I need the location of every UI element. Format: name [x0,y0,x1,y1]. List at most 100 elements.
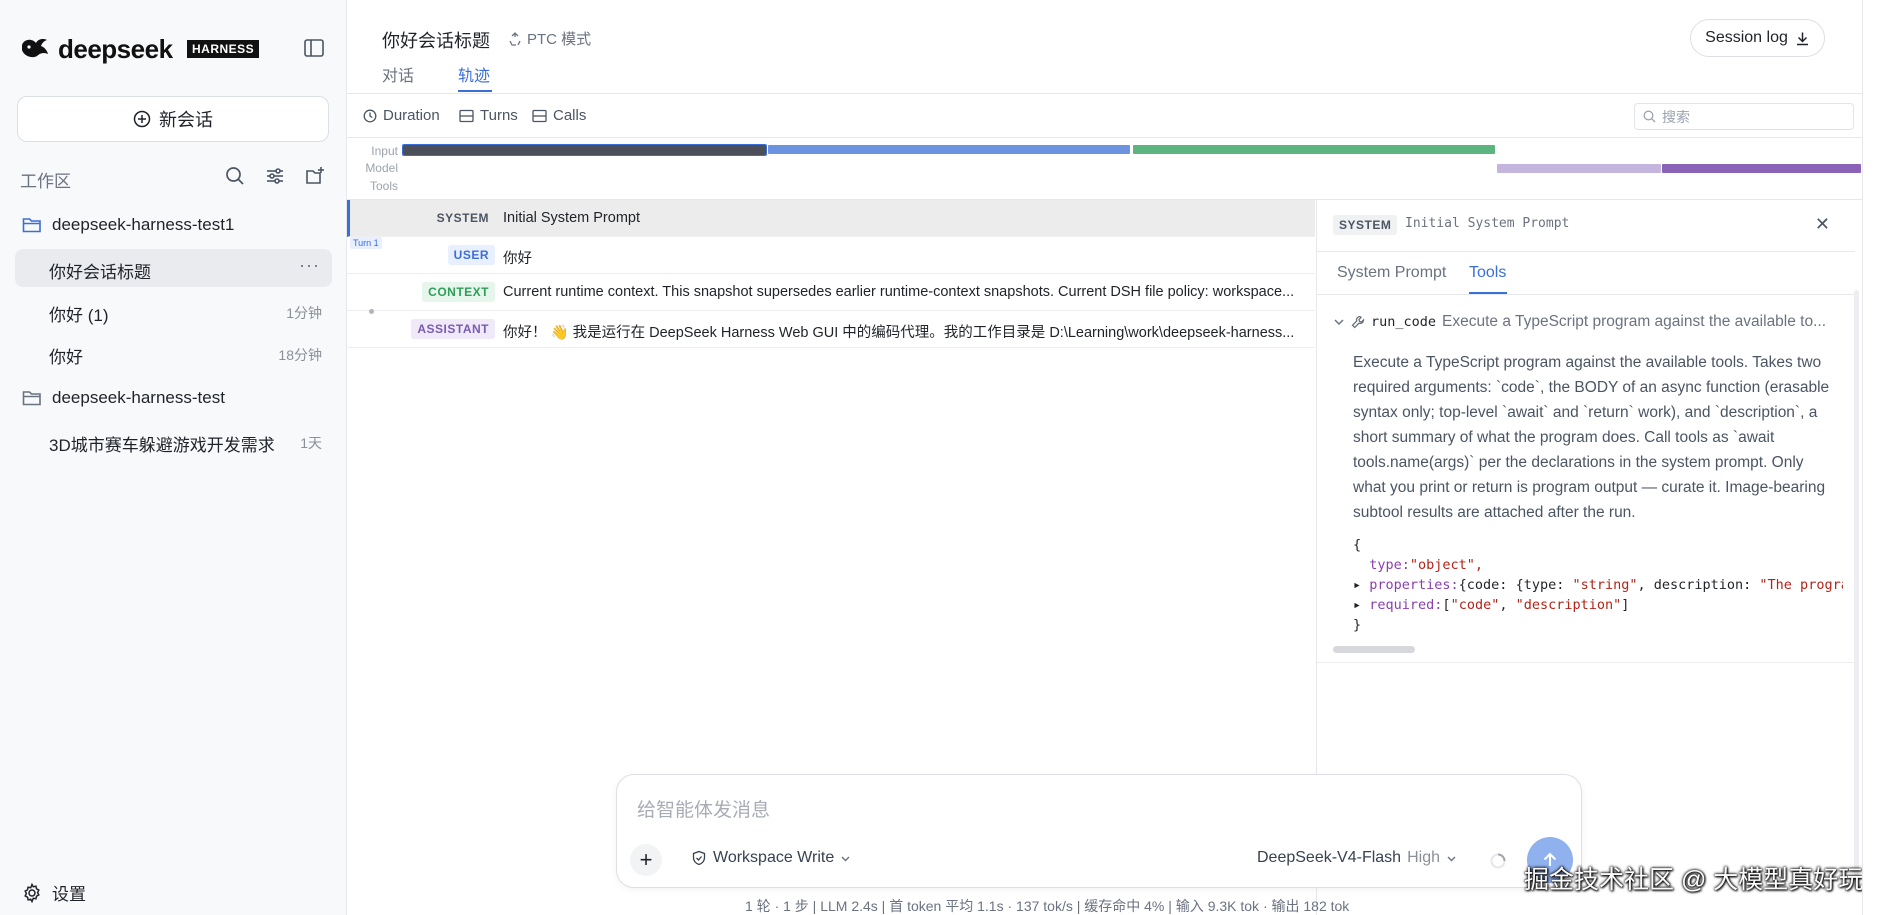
session-log-button[interactable]: Session log [1690,19,1825,57]
expand-arrow-icon[interactable]: ▸ [1353,577,1369,593]
timeline-bar-model[interactable] [1133,145,1495,154]
settings-button[interactable]: 设置 [22,880,86,905]
logo: deepseek HARNESS [20,34,330,64]
session-time: 1天 [300,435,322,451]
sidebar-toggle-icon[interactable] [302,36,326,60]
timeline-label-model: Model [365,161,398,175]
trace-row[interactable]: USER 你好 [347,237,1315,274]
tool-brief: Execute a TypeScript program against the… [1442,313,1827,330]
step-dot [369,309,374,314]
model-name: DeepSeek-V4-Flash [1257,849,1402,866]
turns-view-button[interactable]: Turns [459,107,518,124]
session-item[interactable]: 3D城市赛车躲避游戏开发需求 1天 [15,422,332,460]
active-tab-indicator [458,90,492,92]
timeline-bar-tools[interactable] [1662,164,1861,173]
new-folder-icon[interactable] [304,165,326,187]
clock-icon [363,109,377,122]
duration-view-button[interactable]: Duration [363,107,440,124]
page-title: 你好会话标题 [382,31,490,51]
trace-text: Current runtime context. This snapshot s… [503,284,1295,300]
horizontal-scrollbar[interactable] [1333,646,1415,653]
session-item[interactable]: 你好 18分钟 [15,334,332,372]
wrench-icon [1351,315,1365,329]
expand-arrow-icon[interactable]: ▸ [1353,597,1369,613]
logo-badge: HARNESS [187,40,260,58]
new-chat-label: 新会话 [159,110,213,130]
schema-key: required: [1369,597,1443,613]
calls-view-button[interactable]: Calls [532,107,586,124]
role-badge-assistant: ASSISTANT [411,319,495,339]
schema-brace: } [1353,617,1362,633]
chevron-down-icon [841,856,850,861]
search-input[interactable]: 搜索 [1634,103,1854,130]
attach-button[interactable]: + [630,844,662,876]
header-divider [347,93,1862,94]
schema-value: [ [1442,597,1451,613]
workspace-mode-dropdown[interactable]: Workspace Write [691,849,851,867]
workspace-header: 工作区 [20,165,330,191]
trace-row[interactable]: SYSTEM Initial System Prompt [347,200,1315,237]
schema-value: "string" [1572,577,1638,593]
plus-circle-icon [133,110,151,128]
tool-name: run_code [1371,314,1437,330]
folder-open-icon [22,218,41,233]
schema-value: "description" [1515,597,1622,613]
more-options-icon[interactable]: ··· [299,255,320,276]
model-dropdown[interactable]: DeepSeek-V4-Flash High [1257,849,1457,867]
search-icon[interactable] [224,165,246,187]
detail-tabs-divider [1317,294,1855,295]
tab-conversation[interactable]: 对话 [382,62,414,86]
folder-icon [22,391,41,406]
watermark: 掘金技术社区 @ 大模型真好玩 [1524,866,1864,894]
columns-icon [459,109,474,122]
role-badge-user: USER [447,245,495,265]
session-item[interactable]: 你好 (1) 1分钟 [15,292,332,330]
trace-text: 你好 [503,251,532,267]
tool-divider [1317,662,1855,663]
calls-label: Calls [553,107,587,124]
session-time: 1分钟 [286,305,322,321]
turn-tag: Turn 1 [350,237,382,249]
effort-level: High [1407,849,1440,866]
timeline-label-input: Input [371,144,398,158]
recycle-icon [509,31,521,46]
timeline-bar-model[interactable] [768,145,1130,154]
folder-deepseek-harness-test1[interactable]: deepseek-harness-test1 [22,211,234,239]
gear-icon [24,882,40,903]
close-icon[interactable]: ✕ [1815,214,1830,235]
new-chat-button[interactable]: 新会话 [17,96,329,142]
message-input[interactable]: 给智能体发消息 [637,795,770,822]
filter-icon[interactable] [264,165,286,187]
message-composer[interactable]: 给智能体发消息 + Workspace Write DeepSeek-V4-Fl… [616,774,1582,888]
timeline-bar-input[interactable] [402,144,767,156]
workspace-title: 工作区 [20,172,71,191]
tab-system-prompt[interactable]: System Prompt [1337,264,1446,282]
tool-header[interactable]: run_code Execute a TypeScript program ag… [1333,313,1843,331]
session-item[interactable]: 你好会话标题 ··· [15,249,332,287]
ptc-mode-label: PTC 模式 [527,31,592,48]
tab-tools[interactable]: Tools [1469,264,1506,282]
trace-row[interactable]: CONTEXT Current runtime context. This sn… [347,274,1315,311]
schema-brace: { [1353,537,1362,553]
vertical-scrollbar[interactable] [1854,290,1859,890]
duration-label: Duration [383,107,440,124]
schema-value: "The program [1759,577,1843,593]
chevron-down-icon [1334,319,1344,326]
trace-row[interactable]: ASSISTANT 你好！ 👋 我是运行在 DeepSeek Harness W… [347,311,1315,348]
timeline-bar-tools[interactable] [1497,164,1661,173]
folder-deepseek-harness-test[interactable]: deepseek-harness-test [22,384,225,412]
trace-text: 你好！ 👋 我是运行在 DeepSeek Harness Web GUI 中的编… [503,325,1295,341]
schema-value: "object", [1409,557,1484,573]
session-time: 18分钟 [278,347,322,363]
schema-value: {code: {type: [1458,577,1573,593]
folder-name: deepseek-harness-test [52,388,225,407]
schema-key: type: [1369,557,1410,573]
workspace-mode-label: Workspace Write [713,849,835,866]
tab-trace[interactable]: 轨迹 [458,62,490,86]
logo-text: deepseek [58,34,173,64]
search-icon [1643,110,1656,123]
session-label: 3D城市赛车躲避游戏开发需求 [49,436,275,455]
trace-text: Initial System Prompt [503,210,640,226]
shield-icon [692,850,706,866]
whale-logo-icon [22,39,48,58]
